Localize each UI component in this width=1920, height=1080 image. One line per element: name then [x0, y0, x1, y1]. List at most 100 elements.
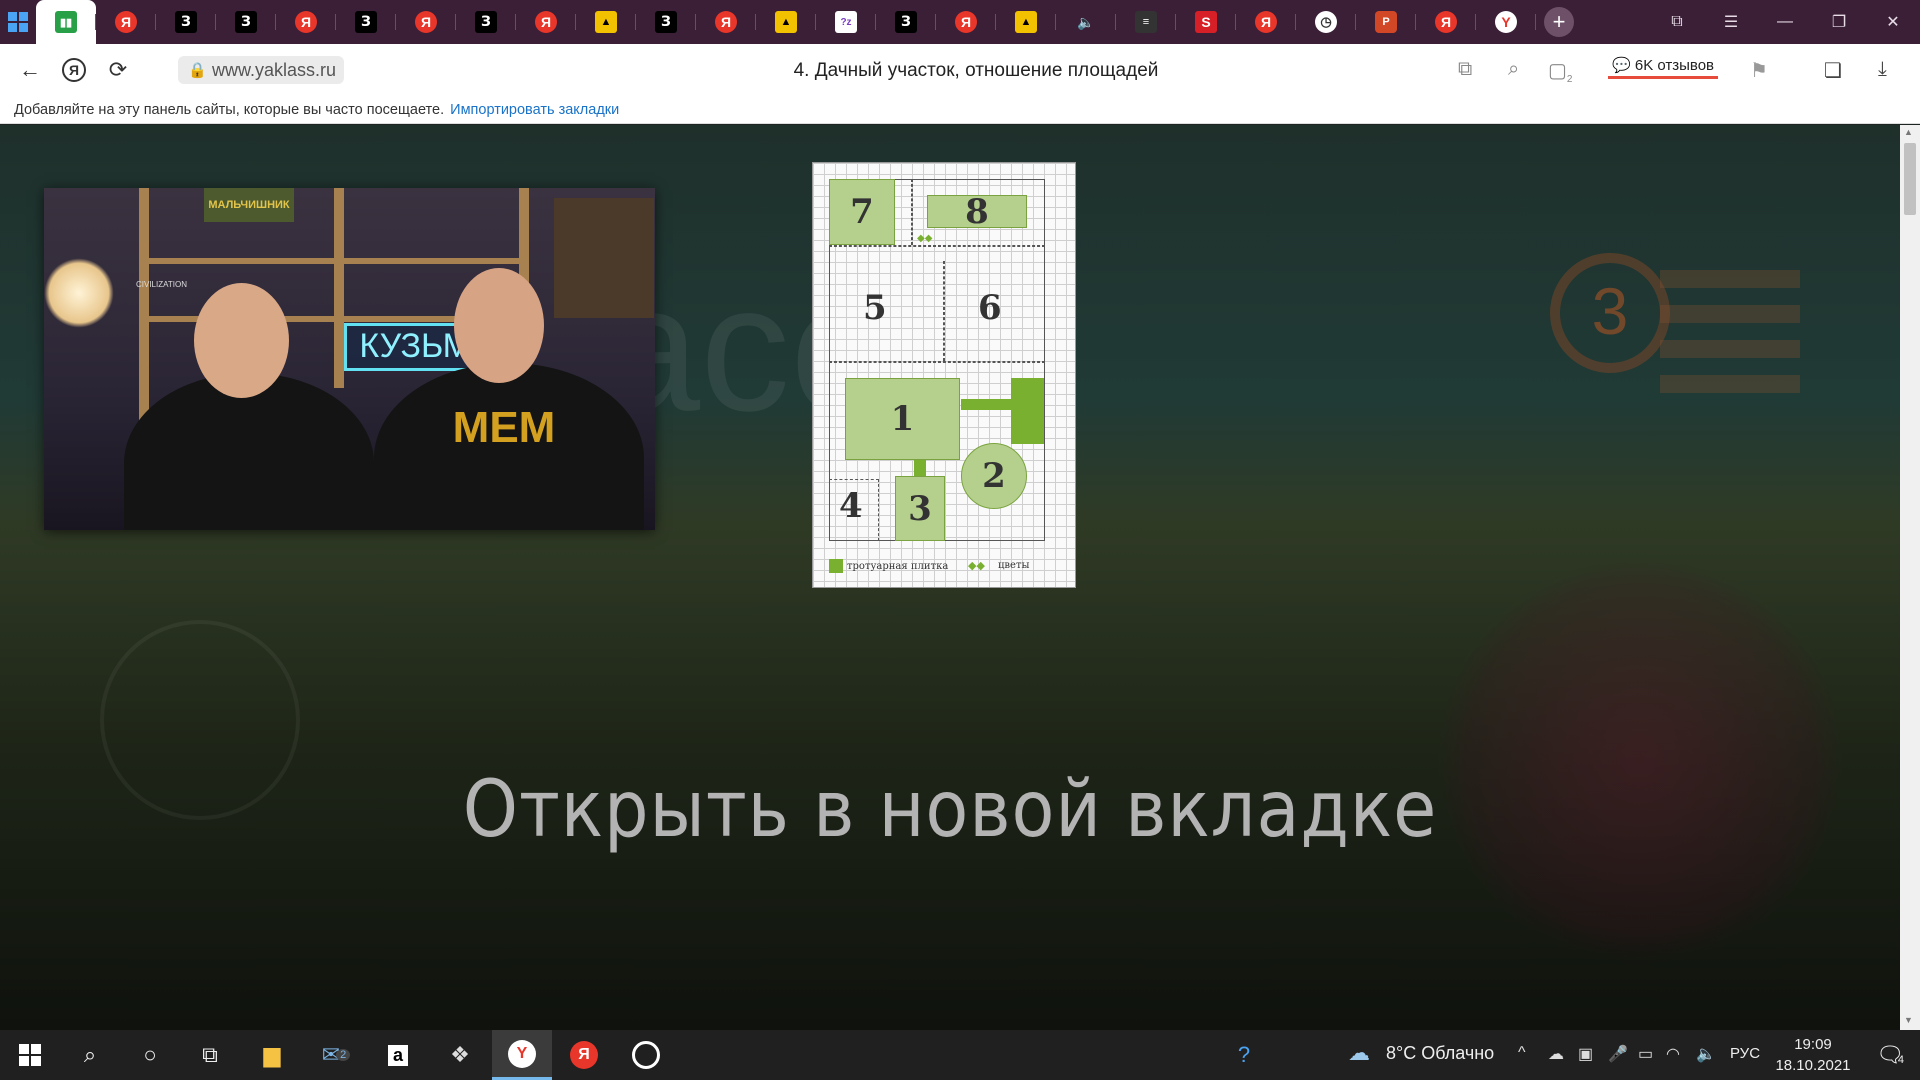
dropbox-icon[interactable]: ❖ [430, 1030, 490, 1080]
open-in-new-tab-link[interactable]: Открыть в новой вкладке [95, 765, 1805, 855]
language-indicator[interactable]: РУС [1730, 1045, 1760, 1062]
browser-tab[interactable]: ▲ [756, 0, 816, 44]
browser-tab[interactable]: ▮▮ [36, 0, 96, 44]
video-overlay[interactable]: МАЛЬЧИШНИК CIVILIZATION КУЗЬМА MEM [44, 188, 655, 530]
page-content: асс 3 МАЛЬЧИШНИК CIVILIZATION КУЗЬМА MEM [0, 125, 1900, 1030]
camera-icon[interactable]: ▣ [1578, 1044, 1593, 1064]
book-icon: ▮▮ [55, 11, 77, 33]
person-left-head [194, 283, 289, 398]
browser-tab[interactable]: Я [96, 0, 156, 44]
help-icon[interactable]: ? [1214, 1030, 1274, 1080]
browser-tab[interactable]: ≡ [1116, 0, 1176, 44]
browser-tab[interactable]: Я [696, 0, 756, 44]
windows-menu-icon[interactable] [0, 0, 36, 44]
browser-tab[interactable]: З [876, 0, 936, 44]
minimize-icon[interactable]: — [1758, 0, 1812, 44]
mail-icon[interactable]: ✉ 2 [306, 1030, 366, 1080]
yandex-icon: Я [715, 11, 737, 33]
yandex-browser-icon: Y [508, 1039, 536, 1068]
search-icon[interactable]: ⌕ [60, 1030, 120, 1080]
tab-separator [1535, 14, 1536, 30]
tab-bar: ▮▮ Я З З Я З Я З Я ▲ З Я ▲ ?z З Я ▲ 🔈 ≡ S Я ◷ P Я Y + ⧉ ☰ — ❐ ✕ [0, 0, 1920, 44]
date: 18.10.2021 [1775, 1057, 1851, 1074]
volume-icon[interactable]: 🔈 [1696, 1044, 1716, 1064]
close-icon[interactable]: ✕ [1866, 0, 1920, 44]
extensions-badge: 2 [1566, 74, 1573, 85]
bookmark-icon[interactable]: ⚑ [1750, 58, 1768, 83]
browser-tab[interactable]: Я [1416, 0, 1476, 44]
task-view-icon[interactable]: ⧉ [180, 1030, 240, 1080]
garden-plot-diagram: 7 8 5 6 1 2 4 3 ◆◆ тротуарная плитка ◆◆ … [812, 162, 1076, 588]
app-menu-icon [8, 12, 28, 32]
scroll-thumb[interactable] [1904, 143, 1916, 215]
browser-tab[interactable]: Y [1476, 0, 1536, 44]
translate-icon[interactable]: ⌕ [1508, 58, 1519, 81]
browser-tab[interactable]: P [1356, 0, 1416, 44]
images-icon: ▲ [775, 11, 797, 33]
browser-tab[interactable]: З [156, 0, 216, 44]
yandex-browser-taskbar[interactable]: Y [492, 1030, 552, 1080]
browser-tab[interactable]: З [216, 0, 276, 44]
divider-line [911, 179, 913, 245]
battery-icon[interactable]: ▭ [1638, 1044, 1653, 1064]
file-explorer-icon[interactable]: ▆ [242, 1030, 302, 1080]
ghost-menu-line [1660, 305, 1800, 323]
browser-tab[interactable]: ?z [816, 0, 876, 44]
chevron-up-icon[interactable]: ^ [1518, 1044, 1526, 1062]
amazon-icon[interactable]: a [368, 1030, 428, 1080]
browser-tab[interactable]: Я [396, 0, 456, 44]
browser-tab[interactable]: 🔈 [1056, 0, 1116, 44]
yandex-icon: Я [415, 11, 437, 33]
bookmarks-hint: Добавляйте на эту панель сайты, которые … [14, 101, 445, 118]
shelf-label: CIVILIZATION [136, 280, 187, 289]
reviews-button[interactable]: 💬 6K отзывов [1608, 54, 1719, 79]
microphone-icon[interactable]: 🎤 [1608, 1044, 1628, 1064]
restore-icon[interactable]: ❐ [1812, 0, 1866, 44]
collections-icon[interactable]: ❏ [1824, 58, 1842, 83]
person-right-head [454, 268, 544, 383]
new-tab-button[interactable]: + [1544, 7, 1574, 37]
weather-label[interactable]: 8°C Облачно [1386, 1043, 1494, 1064]
notifications-icon[interactable]: 🗨 4 [1860, 1030, 1920, 1080]
taskbar: ⌕ ○ ⧉ ▆ ✉ 2 a ❖ Y Я ? ☁ 8°C Облачно ^ ☁ ▣… [0, 1030, 1920, 1080]
browser-tab[interactable]: S [1176, 0, 1236, 44]
browser-tab[interactable]: Я [276, 0, 336, 44]
start-button[interactable] [0, 1030, 60, 1080]
ghost-menu-line [1660, 340, 1800, 358]
tabs-view-icon[interactable]: ⧉ [1650, 0, 1704, 44]
plot-6: 6 [978, 288, 1002, 328]
page-scrollbar[interactable]: ▲ ▼ [1900, 125, 1920, 1030]
browser-tab[interactable]: ◷ [1296, 0, 1356, 44]
browser-tab[interactable]: З [336, 0, 396, 44]
cortana-icon[interactable]: ○ [120, 1030, 180, 1080]
extensions-icon[interactable]: ▢2 [1548, 58, 1572, 85]
download-icon[interactable]: ⤓ [1878, 58, 1887, 81]
browser-tab[interactable]: Я [1236, 0, 1296, 44]
browser-tab[interactable]: З [636, 0, 696, 44]
scroll-up-icon[interactable]: ▲ [1904, 127, 1913, 137]
browser-tab[interactable]: Я [516, 0, 576, 44]
browser-tab[interactable]: ▲ [996, 0, 1056, 44]
clock-icon: ◷ [1315, 11, 1337, 33]
app-icon[interactable] [616, 1030, 676, 1080]
onedrive-icon[interactable]: ☁ [1548, 1044, 1564, 1064]
copy-link-icon[interactable]: ⧉ [1458, 58, 1472, 81]
browser-tab[interactable]: З [456, 0, 516, 44]
paving-path [914, 460, 926, 476]
wifi-icon[interactable]: ◠ [1666, 1044, 1680, 1064]
legend-flowers-swatch: ◆◆ [968, 560, 985, 572]
portrait-frame [554, 198, 654, 318]
menu-icon[interactable]: ☰ [1704, 0, 1758, 44]
browser-tab[interactable]: Я [936, 0, 996, 44]
scroll-down-icon[interactable]: ▼ [1904, 1015, 1913, 1025]
z-icon: З [235, 11, 257, 33]
browser-tab[interactable]: ▲ [576, 0, 636, 44]
yandex-taskbar[interactable]: Я [554, 1030, 614, 1080]
legend-tile-swatch [829, 559, 843, 573]
windows-icon [19, 1044, 41, 1066]
clock[interactable]: 19:09 18.10.2021 [1768, 1034, 1858, 1076]
s-icon: S [1195, 11, 1217, 33]
speaker-icon: 🔈 [1077, 13, 1095, 30]
import-bookmarks-link[interactable]: Импортировать закладки [450, 102, 619, 118]
cloud-weather-icon[interactable]: ☁ [1348, 1040, 1370, 1066]
